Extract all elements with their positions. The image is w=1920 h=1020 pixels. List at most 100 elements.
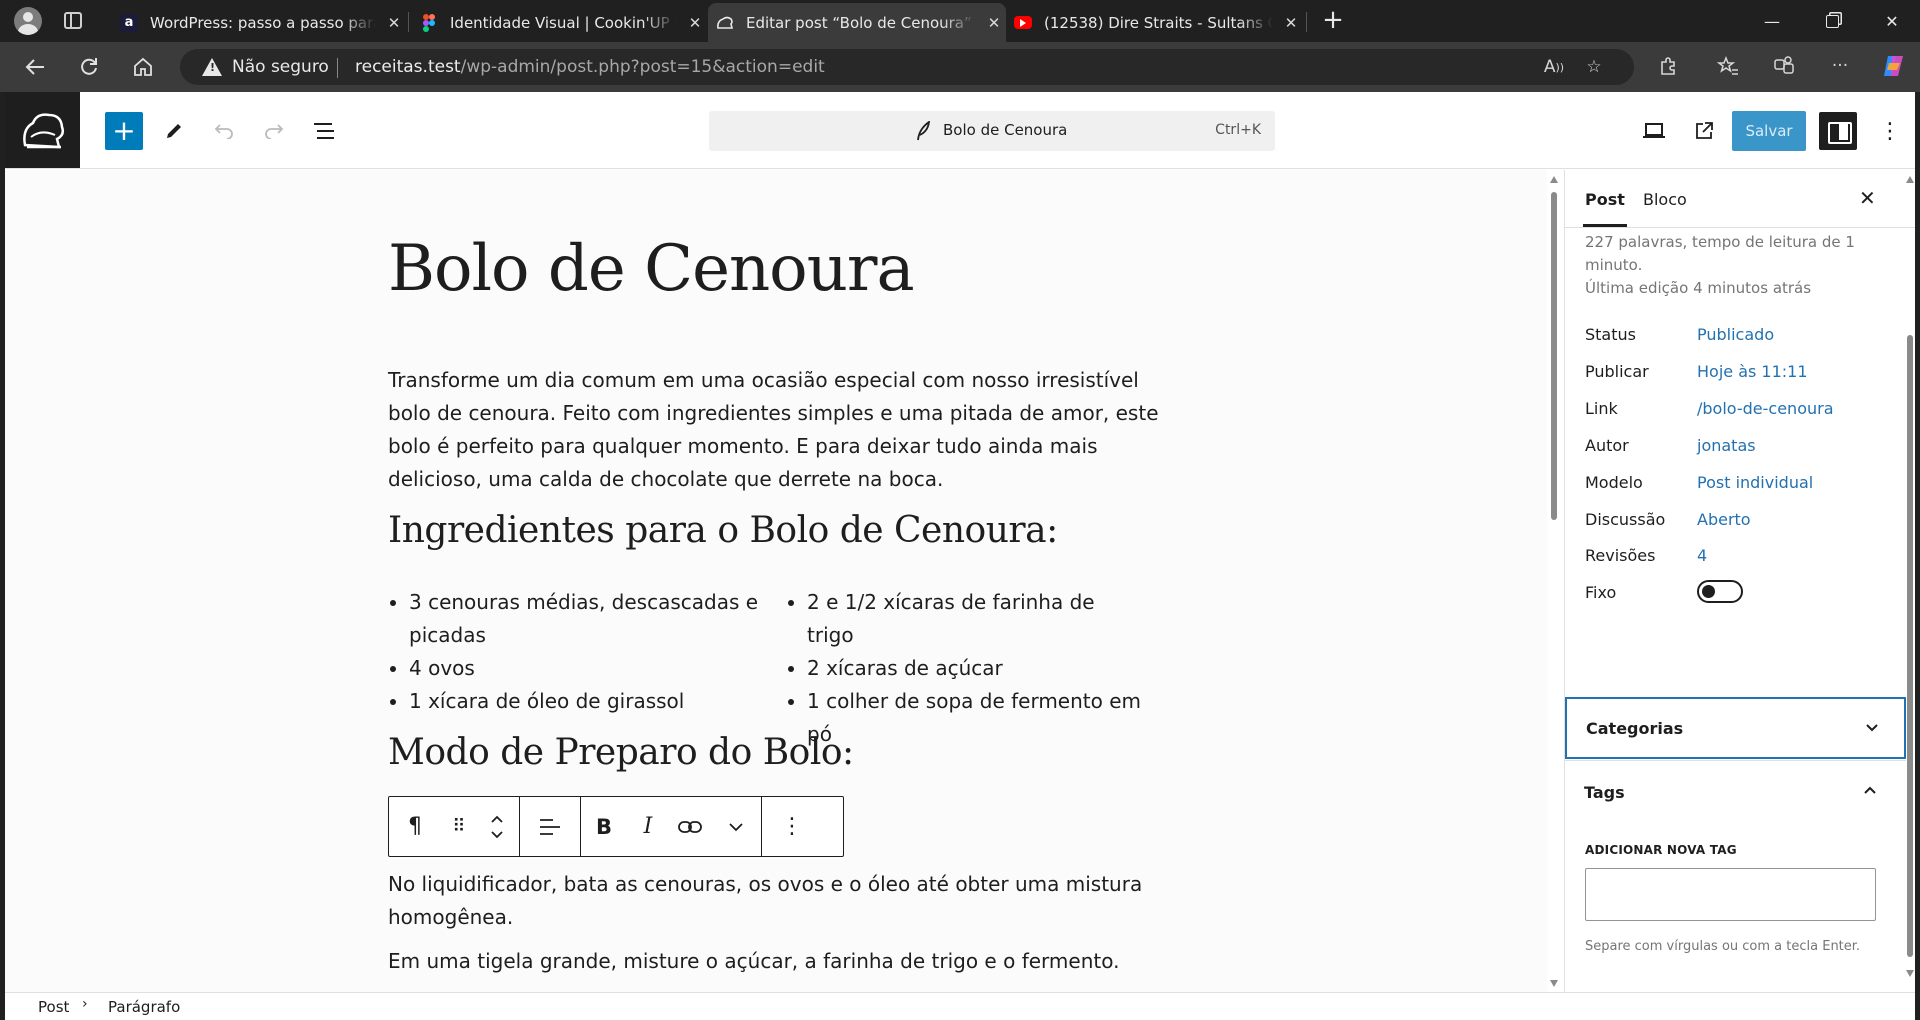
- sticky-toggle[interactable]: [1697, 580, 1743, 603]
- close-tab-icon[interactable]: ✕: [982, 14, 1006, 32]
- command-palette-bar[interactable]: Bolo de Cenoura Ctrl+K: [709, 111, 1275, 151]
- categories-panel-header[interactable]: Categorias: [1565, 697, 1906, 759]
- block-inserter-button[interactable]: +: [105, 112, 143, 150]
- settings-sidebar: Post Bloco ✕ 227 palavras, tempo de leit…: [1564, 170, 1915, 992]
- back-button[interactable]: [20, 52, 50, 82]
- home-button[interactable]: [128, 52, 158, 82]
- paragraph-block-icon[interactable]: ¶: [389, 797, 441, 856]
- preview-device-button[interactable]: [1635, 112, 1673, 150]
- breadcrumb-post[interactable]: Post: [38, 998, 69, 1016]
- tags-help-text: Separe com vírgulas ou com a tecla Enter…: [1585, 939, 1861, 954]
- tab-actions-icon[interactable]: [64, 12, 82, 29]
- add-tag-input[interactable]: [1585, 868, 1876, 921]
- sidebar-scrollbar[interactable]: [1905, 170, 1915, 992]
- read-aloud-icon[interactable]: A)): [1540, 53, 1568, 81]
- chevron-up-icon[interactable]: [1860, 781, 1880, 801]
- sidebar-scroll-thumb[interactable]: [1907, 335, 1913, 957]
- tools-pencil-button[interactable]: [155, 112, 193, 150]
- publish-date-link[interactable]: Hoje às 11:11: [1697, 362, 1808, 381]
- alura-favicon-icon: a: [120, 13, 138, 32]
- method-heading[interactable]: Modo de Preparo do Bolo:: [388, 732, 854, 773]
- post-title[interactable]: Bolo de Cenoura: [388, 232, 915, 306]
- list-item[interactable]: 1 xícara de óleo de girassol: [409, 685, 773, 718]
- close-tab-icon[interactable]: ✕: [1279, 14, 1303, 32]
- list-item[interactable]: 1 colher de sopa de fermento em pó: [807, 685, 1146, 751]
- move-up-down-icon[interactable]: [475, 797, 519, 856]
- more-rich-text-chevron-icon[interactable]: [711, 797, 761, 856]
- not-secure-warning-icon[interactable]: [202, 58, 222, 76]
- ingredients-heading[interactable]: Ingredientes para o Bolo de Cenoura:: [388, 510, 1058, 551]
- tab-block[interactable]: Bloco: [1643, 190, 1687, 209]
- breadcrumb-paragraph[interactable]: Parágrafo: [108, 998, 180, 1016]
- new-tab-button[interactable]: +: [1318, 6, 1348, 36]
- browser-tab-youtube[interactable]: (12538) Dire Straits - Sultans Of Sw ✕: [1010, 3, 1303, 42]
- author-link[interactable]: jonatas: [1697, 436, 1756, 455]
- close-tab-icon[interactable]: ✕: [683, 14, 707, 32]
- scroll-up-arrow-icon[interactable]: [1550, 176, 1558, 183]
- close-sidebar-icon[interactable]: ✕: [1859, 186, 1876, 210]
- collections-icon[interactable]: [1770, 52, 1798, 80]
- refresh-button[interactable]: [74, 52, 104, 82]
- discussion-link[interactable]: Aberto: [1697, 510, 1751, 529]
- close-window-button[interactable]: ✕: [1862, 0, 1920, 42]
- list-item[interactable]: 2 e 1/2 xícaras de farinha de trigo: [807, 586, 1146, 652]
- block-options-icon[interactable]: ⋮: [762, 797, 822, 856]
- revisions-link[interactable]: 4: [1697, 546, 1707, 565]
- row-label: Modelo: [1585, 473, 1643, 492]
- browser-tab-figma[interactable]: Identidade Visual | Cookin'UP (Co ✕: [412, 3, 707, 42]
- canvas-scroll-thumb[interactable]: [1551, 192, 1557, 520]
- step-paragraph[interactable]: No liquidificador, bata as cenouras, os …: [388, 868, 1168, 934]
- restore-button[interactable]: [1802, 0, 1862, 42]
- bold-icon[interactable]: B: [581, 797, 627, 856]
- chef-hat-logo-icon: [22, 113, 64, 149]
- tab-divider: [1306, 12, 1307, 32]
- close-tab-icon[interactable]: ✕: [382, 14, 406, 32]
- more-menu-icon[interactable]: ···: [1826, 52, 1854, 80]
- profile-avatar-icon[interactable]: [14, 7, 42, 35]
- copilot-icon[interactable]: [1880, 52, 1908, 80]
- tags-title[interactable]: Tags: [1584, 783, 1625, 802]
- view-post-external-button[interactable]: [1685, 112, 1723, 150]
- list-item[interactable]: 4 ovos: [409, 652, 773, 685]
- address-bar[interactable]: Não seguro receitas.test/wp-admin/post.p…: [180, 49, 1634, 85]
- browser-tab-wordpress-guide[interactable]: a WordPress: passo a passo para criar ✕: [106, 3, 406, 42]
- drag-handle-icon[interactable]: ⠿: [441, 797, 475, 856]
- scroll-up-arrow-icon[interactable]: [1906, 176, 1914, 183]
- command-bar-shortcut: Ctrl+K: [1215, 122, 1261, 138]
- redo-button[interactable]: [255, 112, 293, 150]
- status-value-link[interactable]: Publicado: [1697, 325, 1774, 344]
- align-left-icon[interactable]: [520, 797, 580, 856]
- list-item[interactable]: 3 cenouras médias, descascadas e picadas: [409, 586, 773, 652]
- add-tag-label: ADICIONAR NOVA TAG: [1585, 843, 1737, 857]
- step-paragraph[interactable]: Em uma tigela grande, misture o açúcar, …: [388, 945, 1168, 978]
- minimize-button[interactable]: —: [1742, 0, 1802, 42]
- ingredients-column-right[interactable]: 2 e 1/2 xícaras de farinha de trigo 2 xí…: [786, 586, 1146, 751]
- link-icon[interactable]: [669, 797, 711, 856]
- extensions-icon[interactable]: [1654, 52, 1682, 80]
- undo-button[interactable]: [205, 112, 243, 150]
- row-label: Discussão: [1585, 510, 1666, 529]
- site-icon-button[interactable]: [5, 92, 80, 168]
- url-text[interactable]: receitas.test/wp-admin/post.php?post=15&…: [355, 57, 825, 77]
- tab-post[interactable]: Post: [1583, 190, 1627, 227]
- tags-panel: Tags ADICIONAR NOVA TAG Separe com vírgu…: [1565, 760, 1906, 992]
- last-edit: Última edição 4 minutos atrás: [1585, 279, 1812, 297]
- template-link[interactable]: Post individual: [1697, 473, 1813, 492]
- favorite-star-icon[interactable]: ☆: [1580, 53, 1608, 81]
- canvas-scrollbar[interactable]: [1547, 170, 1561, 992]
- ingredients-column-left[interactable]: 3 cenouras médias, descascadas e picadas…: [388, 586, 773, 718]
- editor-canvas: Bolo de Cenoura Transforme um dia comum …: [5, 170, 1549, 992]
- scroll-down-arrow-icon[interactable]: [1550, 980, 1558, 987]
- scroll-down-arrow-icon[interactable]: [1906, 970, 1914, 977]
- options-menu-button[interactable]: ⋮: [1871, 112, 1909, 150]
- document-overview-button[interactable]: [305, 112, 343, 150]
- browser-tab-edit-post[interactable]: Editar post “Bolo de Cenoura” ‹ Co ✕: [708, 3, 1006, 42]
- settings-sidebar-toggle[interactable]: [1819, 112, 1857, 150]
- intro-paragraph[interactable]: Transforme um dia comum em uma ocasião e…: [388, 364, 1168, 496]
- favorites-list-icon[interactable]: [1714, 52, 1742, 80]
- list-item[interactable]: 2 xícaras de açúcar: [807, 652, 1146, 685]
- security-label[interactable]: Não seguro: [232, 57, 329, 77]
- italic-icon[interactable]: I: [627, 797, 669, 856]
- permalink-link[interactable]: /bolo-de-cenoura: [1697, 399, 1834, 418]
- save-button[interactable]: Salvar: [1732, 111, 1806, 151]
